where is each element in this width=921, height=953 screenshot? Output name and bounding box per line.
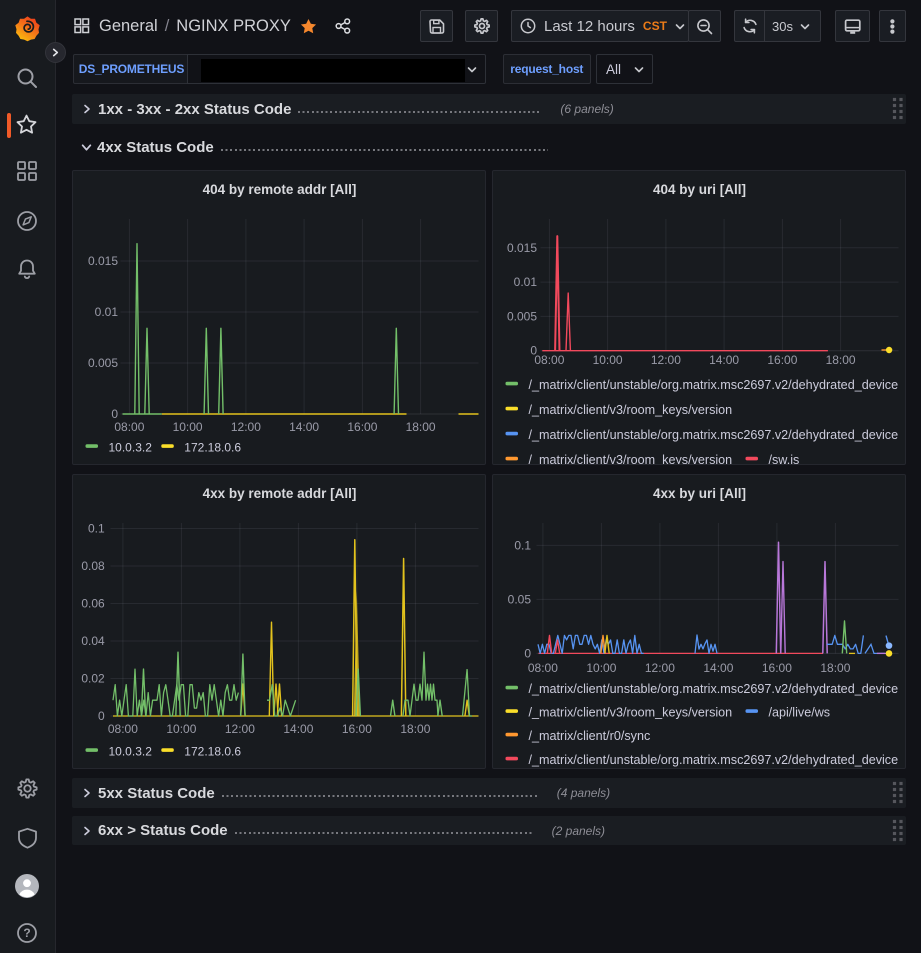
svg-text:10.0.3.2: 10.0.3.2 — [109, 745, 153, 759]
svg-text:16:00: 16:00 — [762, 661, 792, 675]
svg-text:/_matrix/client/r0/sync: /_matrix/client/r0/sync — [529, 729, 651, 743]
svg-text:18:00: 18:00 — [406, 420, 436, 434]
svg-text:404 by remote addr [All]: 404 by remote addr [All] — [203, 182, 357, 197]
svg-text:0.1: 0.1 — [514, 538, 531, 552]
svg-text:0: 0 — [524, 646, 531, 660]
svg-text:10:00: 10:00 — [593, 353, 623, 367]
svg-text:0.005: 0.005 — [88, 356, 118, 370]
svg-text:14:00: 14:00 — [283, 722, 313, 736]
svg-text:0.08: 0.08 — [81, 559, 105, 573]
svg-text:08:00: 08:00 — [108, 722, 138, 736]
svg-text:/_matrix/client/v3/room_keys/v: /_matrix/client/v3/room_keys/version — [529, 706, 733, 720]
svg-text:0.1: 0.1 — [88, 522, 105, 536]
svg-text:0.04: 0.04 — [81, 634, 105, 648]
svg-text:18:00: 18:00 — [826, 353, 856, 367]
svg-text:/sw.js: /sw.js — [769, 453, 800, 465]
svg-text:/api/live/ws: /api/live/ws — [769, 706, 831, 720]
svg-text:10:00: 10:00 — [166, 722, 196, 736]
svg-text:4xx by uri [All]: 4xx by uri [All] — [653, 486, 746, 501]
svg-text:/_matrix/client/unstable/org.m: /_matrix/client/unstable/org.matrix.msc2… — [529, 682, 899, 696]
svg-text:0.015: 0.015 — [507, 241, 537, 255]
svg-text:0: 0 — [98, 709, 105, 723]
svg-text:/_matrix/client/unstable/org.m: /_matrix/client/unstable/org.matrix.msc2… — [529, 428, 899, 442]
svg-text:0.01: 0.01 — [95, 305, 119, 319]
svg-text:08:00: 08:00 — [528, 661, 558, 675]
svg-text:0.015: 0.015 — [88, 254, 118, 268]
svg-text:0.06: 0.06 — [81, 597, 105, 611]
svg-text:14:00: 14:00 — [289, 420, 319, 434]
svg-text:12:00: 12:00 — [231, 420, 261, 434]
svg-text:08:00: 08:00 — [534, 353, 564, 367]
svg-text:0.02: 0.02 — [81, 672, 105, 686]
svg-text:18:00: 18:00 — [400, 722, 430, 736]
svg-text:0.005: 0.005 — [507, 309, 537, 323]
svg-text:16:00: 16:00 — [342, 722, 372, 736]
svg-text:16:00: 16:00 — [347, 420, 377, 434]
svg-text:0: 0 — [111, 407, 118, 421]
svg-text:16:00: 16:00 — [767, 353, 797, 367]
svg-text:10.0.3.2: 10.0.3.2 — [109, 441, 153, 455]
svg-text:?: ? — [23, 926, 30, 940]
svg-text:/_matrix/client/unstable/org.m: /_matrix/client/unstable/org.matrix.msc2… — [529, 753, 899, 767]
svg-text:4xx by remote addr [All]: 4xx by remote addr [All] — [203, 486, 357, 501]
svg-text:10:00: 10:00 — [586, 661, 616, 675]
svg-text:/_matrix/client/v3/room_keys/v: /_matrix/client/v3/room_keys/version — [529, 453, 733, 465]
svg-text:/_matrix/client/unstable/org.m: /_matrix/client/unstable/org.matrix.msc2… — [529, 378, 899, 392]
svg-text:0.05: 0.05 — [508, 592, 532, 606]
svg-text:12:00: 12:00 — [645, 661, 675, 675]
svg-text:/_matrix/client/v3/room_keys/v: /_matrix/client/v3/room_keys/version — [529, 403, 733, 417]
svg-text:12:00: 12:00 — [651, 353, 681, 367]
svg-text:10:00: 10:00 — [173, 420, 203, 434]
svg-text:08:00: 08:00 — [114, 420, 144, 434]
svg-text:14:00: 14:00 — [709, 353, 739, 367]
svg-text:14:00: 14:00 — [703, 661, 733, 675]
svg-text:172.18.0.6: 172.18.0.6 — [184, 745, 241, 759]
svg-text:172.18.0.6: 172.18.0.6 — [184, 441, 241, 455]
svg-text:0.01: 0.01 — [514, 275, 538, 289]
svg-text:18:00: 18:00 — [820, 661, 850, 675]
svg-text:12:00: 12:00 — [225, 722, 255, 736]
svg-text:404 by uri [All]: 404 by uri [All] — [653, 182, 746, 197]
